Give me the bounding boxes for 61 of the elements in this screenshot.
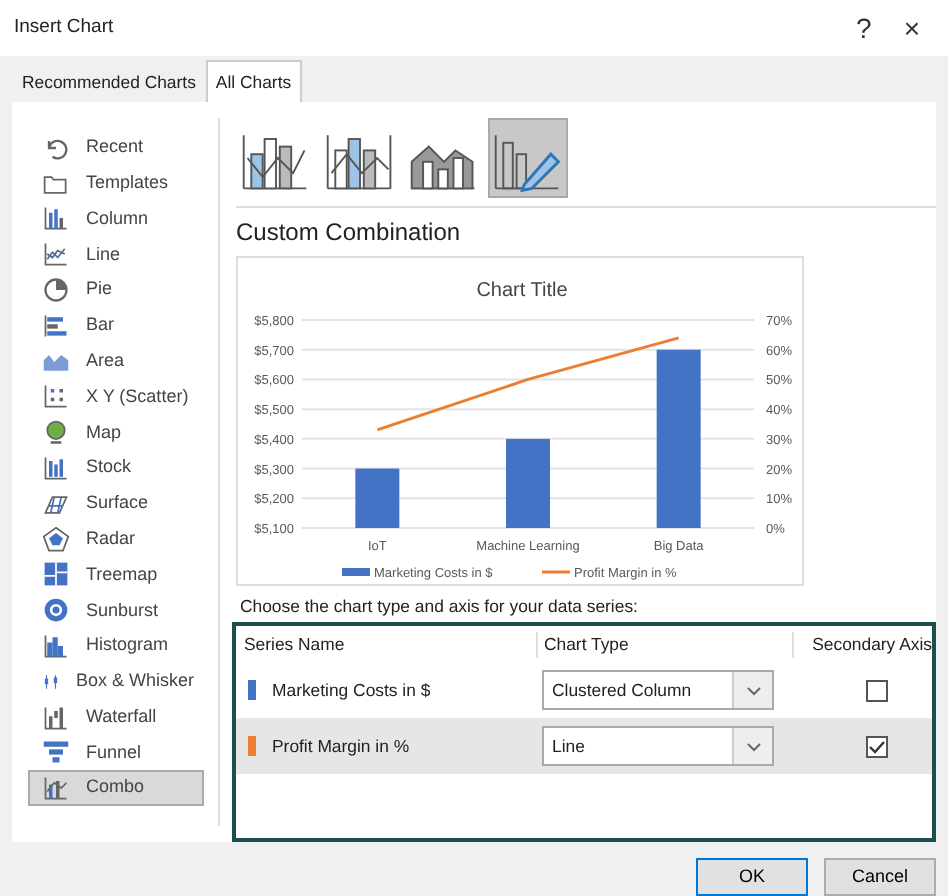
line-chart-icon — [42, 240, 70, 269]
sidebar-item[interactable]: Bar — [28, 307, 204, 344]
column-bar — [355, 468, 400, 528]
sunburst-chart-icon — [42, 596, 70, 625]
caret-icon — [745, 741, 761, 752]
tab[interactable]: All Charts — [205, 59, 302, 102]
chart-type-dropdown[interactable]: Clustered Column — [542, 670, 774, 711]
column-bar — [506, 438, 550, 528]
window-title: Insert Chart — [14, 13, 116, 42]
sidebar-item[interactable]: X Y (Scatter) — [28, 379, 204, 415]
series-name: Profit Margin in % — [272, 733, 410, 760]
section-heading: Custom Combination — [236, 216, 463, 250]
table-caption: Choose the chart type and axis for your data series: — [240, 594, 640, 621]
globe-icon — [42, 418, 70, 447]
series-row[interactable]: Marketing Costs in $ Clustered Column — [236, 662, 932, 719]
chart-subtype-button[interactable] — [488, 118, 568, 198]
sidebar-item[interactable]: Recent — [28, 130, 204, 166]
sidebar-item[interactable]: Sunburst — [28, 592, 204, 629]
column-header: Series Name — [242, 631, 347, 658]
cancel-button[interactable]: Cancel — [824, 858, 936, 896]
radar-chart-icon — [42, 525, 70, 554]
waterfall-chart-icon — [42, 703, 70, 732]
pie-chart-icon — [42, 276, 70, 305]
sidebar-item[interactable]: Pie — [28, 272, 204, 308]
treemap-icon — [42, 560, 70, 589]
tab[interactable]: Recommended Charts — [12, 59, 206, 102]
ok-button[interactable]: OK — [696, 858, 808, 896]
legend-swatch — [342, 568, 370, 576]
sidebar-item[interactable]: Radar — [28, 521, 204, 558]
sidebar-item[interactable]: Templates — [28, 165, 204, 202]
sidebar-item[interactable]: Box & Whisker — [28, 663, 204, 700]
scatter-chart-icon — [42, 382, 70, 411]
sidebar-item[interactable]: Waterfall — [28, 699, 204, 736]
histogram-icon — [42, 632, 70, 661]
sidebar-item[interactable]: Stock — [28, 450, 204, 486]
bar-chart-icon — [42, 311, 70, 340]
column-header: Chart Type — [536, 631, 792, 658]
funnel-chart-icon — [42, 738, 70, 767]
legend-line — [542, 570, 570, 574]
column-header: Secondary Axis — [792, 631, 932, 658]
sidebar-item[interactable]: Surface — [28, 485, 204, 522]
sidebar-item[interactable]: Combo — [28, 770, 204, 807]
chart-title: Chart Title — [476, 280, 568, 302]
combo-chart-icon — [42, 774, 70, 803]
sidebar-item[interactable]: Line — [28, 236, 204, 273]
sidebar-item[interactable]: Funnel — [28, 735, 204, 771]
sidebar-item[interactable]: Column — [28, 201, 204, 237]
series-name: Marketing Costs in $ — [272, 677, 431, 704]
secondary-axis-checkbox[interactable] — [865, 679, 887, 702]
help-button[interactable]: ? — [840, 13, 888, 42]
series-row[interactable]: Profit Margin in % Line — [236, 718, 932, 775]
column-chart-icon — [42, 204, 70, 233]
caret-icon — [745, 685, 761, 696]
sidebar-item[interactable]: Treemap — [28, 557, 204, 593]
sidebar-item[interactable]: Histogram — [28, 628, 204, 664]
stock-chart-icon — [42, 454, 70, 483]
sidebar-item[interactable]: Area — [28, 343, 204, 380]
secondary-axis-checkbox[interactable] — [865, 735, 887, 758]
sidebar-item[interactable]: Map — [28, 414, 204, 451]
close-button[interactable]: × — [887, 13, 936, 42]
chart-type-dropdown[interactable]: Line — [542, 726, 774, 767]
